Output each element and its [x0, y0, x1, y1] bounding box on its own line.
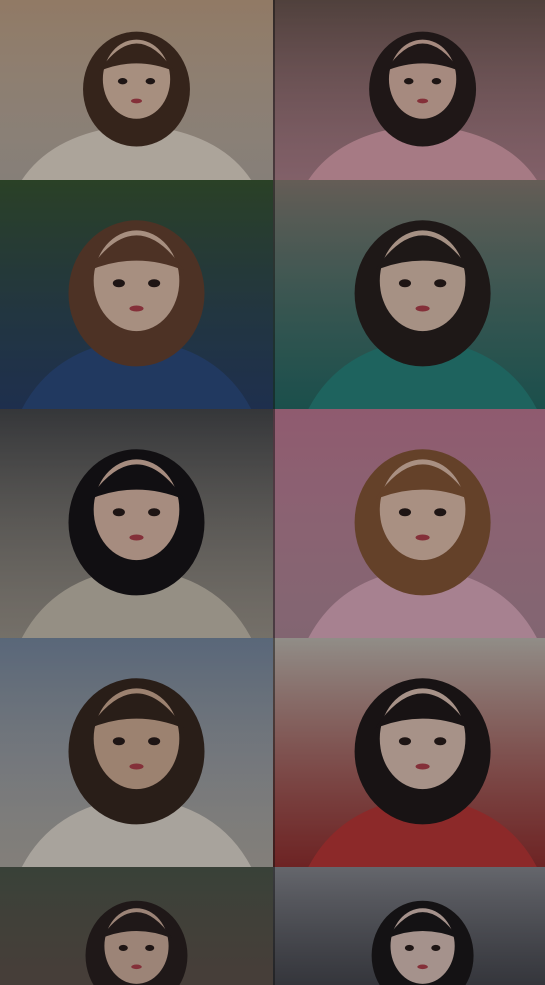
- photo-collage: [0, 0, 545, 985]
- mouth-shape: [129, 763, 144, 770]
- mouth-shape: [415, 763, 430, 770]
- eye-shape: [117, 78, 128, 85]
- eye-shape: [145, 944, 155, 951]
- mouth-shape: [129, 305, 144, 312]
- eye-shape: [148, 279, 161, 288]
- mouth-shape: [417, 964, 428, 970]
- eye-shape: [434, 508, 447, 517]
- mouth-shape: [417, 98, 429, 104]
- photo-tile-girl-teal-sweater: [273, 180, 545, 409]
- photo-tile-girl-outdoor-trees: [0, 867, 273, 985]
- portrait-image: [0, 409, 273, 638]
- eye-shape: [118, 944, 128, 951]
- photo-tile-girl-bandana-embroidered-shirt: [0, 638, 273, 867]
- portrait-image: [273, 638, 545, 867]
- eye-shape: [431, 944, 441, 951]
- photo-tile-girl-locker-knit-top: [0, 409, 273, 638]
- portrait-image: [273, 409, 545, 638]
- photo-tile-girl-pearl-headband-sparkles: [273, 409, 545, 638]
- eye-shape: [434, 737, 447, 746]
- photo-tile-girl-dark-portrait: [273, 867, 545, 985]
- portrait-image: [273, 0, 545, 180]
- mouth-shape: [129, 534, 144, 541]
- mouth-shape: [131, 964, 142, 970]
- portrait-image: [0, 638, 273, 867]
- photo-tile-girl-with-bow-fluffy-coat: [0, 0, 273, 180]
- eye-shape: [403, 78, 414, 85]
- eye-shape: [404, 944, 414, 951]
- eye-shape: [398, 508, 412, 517]
- mouth-shape: [415, 534, 430, 541]
- portrait-image: [0, 180, 273, 409]
- eye-shape: [148, 737, 161, 746]
- eye-shape: [112, 279, 125, 288]
- eye-shape: [145, 78, 156, 85]
- photo-tile-girl-pink-hoodie-camera: [273, 0, 545, 180]
- eye-shape: [112, 737, 125, 746]
- portrait-image: [273, 180, 545, 409]
- portrait-image: [0, 0, 273, 180]
- eye-shape: [112, 508, 125, 517]
- eye-shape: [431, 78, 442, 85]
- portrait-image: [273, 867, 545, 985]
- mouth-shape: [415, 305, 430, 312]
- column-divider: [273, 0, 275, 985]
- mouth-shape: [130, 98, 143, 104]
- photo-tile-girl-bear-ears-drink: [0, 180, 273, 409]
- eye-shape: [434, 279, 447, 288]
- eye-shape: [148, 508, 161, 517]
- eye-shape: [398, 279, 412, 288]
- photo-tile-girl-crates-table: [273, 638, 545, 867]
- eye-shape: [398, 737, 412, 746]
- portrait-image: [0, 867, 273, 985]
